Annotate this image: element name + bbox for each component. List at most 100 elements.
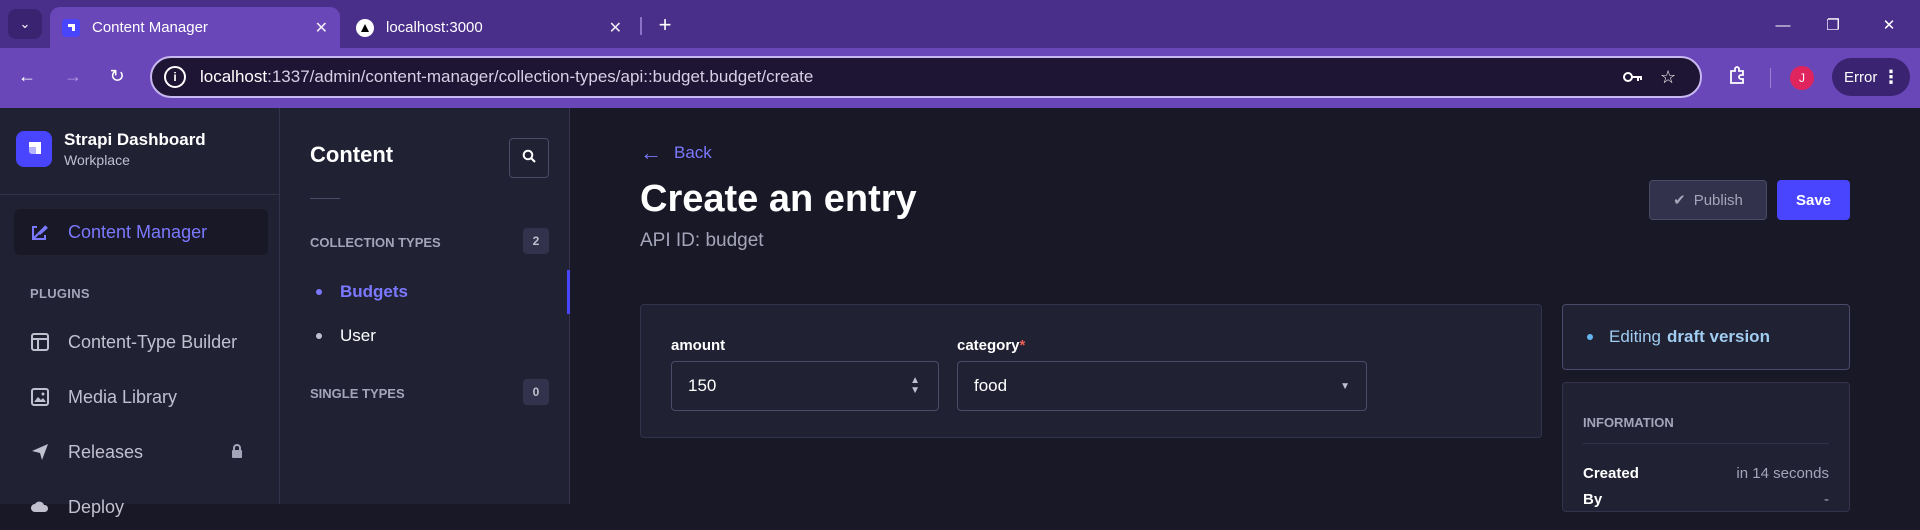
divider <box>1583 443 1829 444</box>
category-label-text: category <box>957 337 1020 354</box>
minimize-icon[interactable]: — <box>1768 12 1798 38</box>
subnav-search-button[interactable] <box>509 138 549 178</box>
url-host: localhost <box>200 67 268 86</box>
required-marker: * <box>1019 337 1026 354</box>
plugins-section-label: PLUGINS <box>30 286 90 301</box>
edit-view: ← Back Create an entry API ID: budget ✔ … <box>570 108 1920 512</box>
tab-bar: ⌄ Content Manager ✕ localhost:3000 ✕ + —… <box>0 0 1920 48</box>
bookmark-star-icon[interactable]: ☆ <box>1660 67 1676 88</box>
amount-label: amount <box>671 337 725 354</box>
publish-label: Publish <box>1693 191 1743 209</box>
category-value: food <box>974 376 1008 395</box>
triangle-favicon-icon <box>356 18 374 37</box>
nav-item-releases[interactable]: Releases <box>14 429 268 475</box>
forward-arrow-icon[interactable]: → <box>58 61 88 91</box>
save-button[interactable]: Save <box>1777 180 1850 220</box>
search-icon <box>522 149 536 168</box>
image-icon <box>28 385 52 409</box>
strapi-app: Strapi Dashboard Workplace Content Manag… <box>0 108 1920 517</box>
back-link[interactable]: ← Back <box>640 140 712 166</box>
status-emphasis: draft version <box>1666 327 1770 346</box>
info-row-created: Created in 14 seconds <box>1583 465 1829 482</box>
api-id: API ID: budget <box>640 230 764 251</box>
layout-icon <box>28 330 52 354</box>
check-icon: ✔ <box>1673 192 1686 209</box>
nav-item-label: Media Library <box>68 386 178 407</box>
information-panel: INFORMATION Created in 14 seconds By - <box>1562 382 1850 512</box>
category-label: category* <box>957 337 1025 354</box>
subnav-item-user[interactable]: User <box>310 318 569 354</box>
tab-search-button[interactable]: ⌄ <box>8 9 42 39</box>
divider <box>310 198 340 199</box>
url-path: :1337/admin/content-manager/collection-t… <box>267 67 814 86</box>
amount-label-text: amount <box>671 337 726 354</box>
publish-button[interactable]: ✔ Publish <box>1649 180 1767 220</box>
more-vert-icon: ⋮ <box>1882 66 1900 87</box>
extensions-icon[interactable] <box>1724 62 1750 88</box>
subnav-title: Content <box>310 142 394 167</box>
address-bar[interactable]: i localhost:1337/admin/content-manager/c… <box>150 56 1702 98</box>
by-label: By <box>1583 491 1603 508</box>
page-title: Create an entry <box>640 178 917 220</box>
nav-item-content-manager[interactable]: Content Manager <box>14 209 268 255</box>
by-value: - <box>1824 491 1829 508</box>
subnav-item-label: Budgets <box>340 282 408 301</box>
nav-item-deploy[interactable]: Deploy <box>14 484 268 530</box>
nav-item-label: Deploy <box>68 496 125 517</box>
amount-field[interactable]: 150 ▲ ▼ <box>671 361 939 411</box>
bullet-icon <box>316 289 322 295</box>
created-value: in 14 seconds <box>1736 465 1829 482</box>
number-stepper-icon[interactable]: ▲ ▼ <box>910 376 920 396</box>
browser-toolbar: ← → ↻ i localhost:1337/admin/content-man… <box>0 48 1920 108</box>
brand-title: Strapi Dashboard <box>64 130 206 149</box>
information-heading: INFORMATION <box>1583 415 1674 430</box>
tab-title: Content Manager <box>92 19 208 36</box>
single-types-label: SINGLE TYPES <box>310 386 405 401</box>
new-tab-button[interactable]: + <box>652 12 678 38</box>
back-arrow-icon[interactable]: ← <box>12 61 42 91</box>
draft-status-card: Editing draft version <box>1562 304 1850 370</box>
nav-item-label: Releases <box>68 441 144 462</box>
back-label: Back <box>674 143 712 162</box>
key-icon[interactable] <box>1622 67 1644 92</box>
category-select[interactable]: food ▼ <box>957 361 1367 411</box>
main-navigation: Strapi Dashboard Workplace Content Manag… <box>0 108 280 517</box>
brand-subtitle: Workplace <box>64 152 130 168</box>
nav-item-label: Content-Type Builder <box>68 331 238 352</box>
profile-avatar[interactable]: J <box>1790 66 1814 90</box>
browser-frame: ⌄ Content Manager ✕ localhost:3000 ✕ + —… <box>0 0 1920 108</box>
lock-icon <box>230 443 244 462</box>
error-menu-button[interactable]: Error ⋮ <box>1832 58 1910 96</box>
close-tab-icon[interactable]: ✕ <box>315 18 328 38</box>
amount-value: 150 <box>688 376 717 395</box>
divider <box>0 194 279 195</box>
info-row-by: By - <box>1583 491 1829 508</box>
url-text[interactable]: localhost:1337/admin/content-manager/col… <box>200 67 813 87</box>
tab-title: localhost:3000 <box>386 19 483 36</box>
status-dot-icon <box>1587 334 1593 340</box>
tab-localhost[interactable]: localhost:3000 ✕ <box>344 7 634 48</box>
strapi-favicon-icon <box>62 18 80 37</box>
cloud-icon <box>28 495 52 519</box>
content-subnav: Content COLLECTION TYPES 2 Budgets User … <box>280 108 570 504</box>
subnav-item-budgets[interactable]: Budgets <box>310 274 569 310</box>
feather-icon <box>28 220 52 244</box>
nav-item-media-library[interactable]: Media Library <box>14 374 268 420</box>
chevron-down-icon: ⌄ <box>19 16 31 31</box>
workspace-brand: Strapi Dashboard Workplace <box>16 130 206 168</box>
collection-types-count: 2 <box>523 228 549 254</box>
entry-form: amount 150 ▲ ▼ category* food ▼ <box>640 304 1542 438</box>
subnav-item-label: User <box>340 326 376 345</box>
bullet-icon <box>316 333 322 339</box>
paper-plane-icon <box>28 440 52 464</box>
restore-icon[interactable]: ❐ <box>1818 12 1848 38</box>
created-label: Created <box>1583 465 1639 482</box>
close-tab-icon[interactable]: ✕ <box>609 18 622 38</box>
tab-content-manager[interactable]: Content Manager ✕ <box>50 7 340 48</box>
site-info-icon[interactable]: i <box>164 66 186 88</box>
nav-item-content-type-builder[interactable]: Content-Type Builder <box>14 319 268 365</box>
nav-item-label: Content Manager <box>68 221 208 242</box>
collection-types-label: COLLECTION TYPES <box>310 235 441 250</box>
reload-icon[interactable]: ↻ <box>102 61 132 91</box>
close-window-icon[interactable]: ✕ <box>1874 12 1904 38</box>
